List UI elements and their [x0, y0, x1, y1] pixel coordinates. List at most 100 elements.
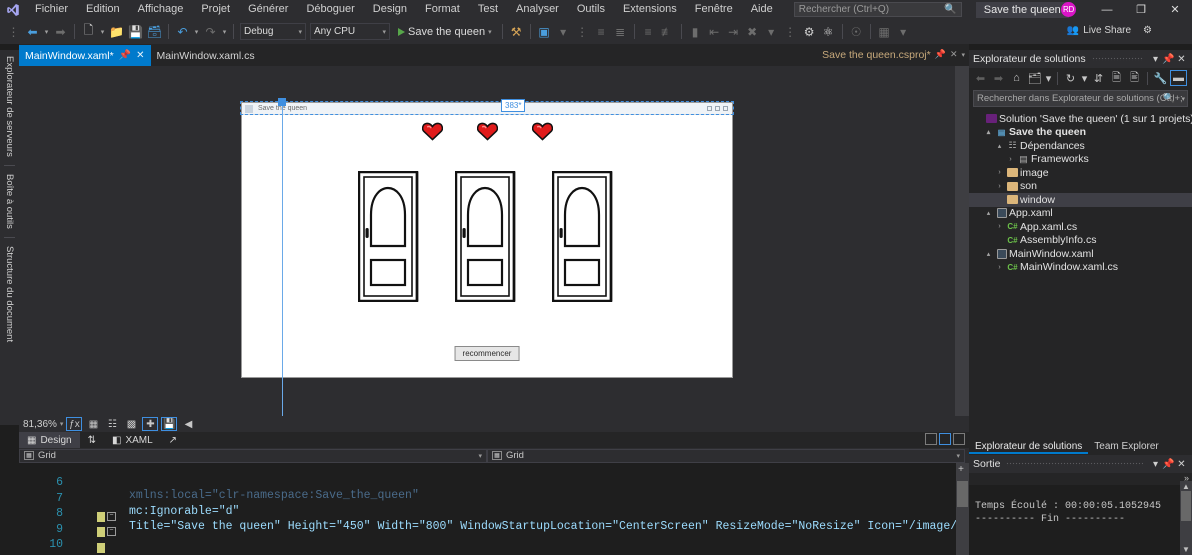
menu-item-affichage[interactable]: Affichage: [129, 0, 193, 19]
collapse-all-icon[interactable]: ⇵: [1090, 70, 1107, 86]
close-icon[interactable]: ✕: [1175, 459, 1188, 470]
menu-item-outils[interactable]: Outils: [568, 0, 614, 19]
tree-item-image-folder[interactable]: › image: [969, 166, 1192, 180]
output-pane-body[interactable]: Temps Écoulé : 00:00:05.1052945 --------…: [969, 485, 1192, 527]
previous-bookmark-icon[interactable]: ⇤: [705, 21, 724, 43]
undo-icon[interactable]: ↶: [173, 21, 192, 43]
snap-to-snaplines-icon[interactable]: ▩: [123, 417, 139, 431]
tree-item-app-xaml-cs[interactable]: › C# App.xaml.cs: [969, 220, 1192, 234]
restore-button[interactable]: ❐: [1124, 0, 1158, 19]
hot-reload-icon[interactable]: ⚒: [507, 21, 526, 43]
pending-changes-filter-icon[interactable]: 🗂: [1026, 70, 1043, 86]
home-icon[interactable]: ⌂: [1008, 70, 1025, 86]
menu-item-fenetre[interactable]: Fenêtre: [686, 0, 742, 19]
menu-item-aide[interactable]: Aide: [742, 0, 782, 19]
save-all-icon[interactable]: 🗃: [145, 21, 164, 43]
twisty-icon[interactable]: ▴: [983, 128, 994, 136]
output-vertical-scrollbar[interactable]: ▲ ▼: [1180, 481, 1192, 555]
new-project-dropdown-icon[interactable]: ▾: [98, 28, 107, 36]
menu-item-test[interactable]: Test: [469, 0, 507, 19]
redo-icon[interactable]: ↷: [201, 21, 220, 43]
tab-team-explorer[interactable]: Team Explorer: [1088, 439, 1164, 454]
save-artboard-icon[interactable]: 💾: [161, 417, 178, 431]
open-file-icon[interactable]: 📁: [107, 21, 126, 43]
navigate-back-icon[interactable]: ⬅: [23, 21, 42, 43]
show-grid-icon[interactable]: ▦: [85, 417, 101, 431]
chevron-down-icon[interactable]: ▾: [1181, 95, 1185, 103]
pop-out-button[interactable]: ↗: [161, 432, 185, 448]
refresh-icon[interactable]: ↻: [1062, 70, 1079, 86]
properties-icon[interactable]: 🔧: [1152, 70, 1169, 86]
show-all-files-icon[interactable]: 🗎: [1108, 70, 1125, 86]
quick-search-input[interactable]: Rechercher (Ctrl+Q) 🔍: [793, 2, 962, 17]
pin-icon[interactable]: 📌: [935, 49, 946, 60]
live-share-button[interactable]: 👥 Live Share ⚙: [1067, 25, 1152, 36]
snap-to-grid-icon[interactable]: ☷: [104, 417, 120, 431]
pane-menu-icon[interactable]: ▾: [1149, 459, 1162, 470]
effects-toggle-icon[interactable]: ƒx: [66, 417, 83, 431]
rail-tab-toolbox[interactable]: Boîte à outils: [4, 168, 15, 235]
new-project-icon[interactable]: 🗋: [79, 21, 98, 43]
menu-bar[interactable]: Fichier Edition Affichage Projet Générer…: [26, 0, 782, 19]
menu-item-design[interactable]: Design: [364, 0, 416, 19]
tree-item-window-folder[interactable]: window: [969, 193, 1192, 207]
navigate-forward-icon[interactable]: ➡: [51, 21, 70, 43]
tab-solution-explorer[interactable]: Explorateur de solutions: [969, 439, 1089, 454]
tree-item-assemblyinfo-cs[interactable]: C# AssemblyInfo.cs: [969, 234, 1192, 248]
twisty-icon[interactable]: ›: [994, 264, 1005, 271]
run-button[interactable]: Save the queen ▾: [392, 26, 498, 38]
live-share-settings-icon[interactable]: ⚙: [1143, 25, 1152, 36]
swap-panes-button[interactable]: ⇅: [80, 432, 104, 448]
manage-packages-icon[interactable]: ⚛: [819, 21, 838, 43]
next-bookmark-icon[interactable]: ⇥: [724, 21, 743, 43]
navigate-back-icon[interactable]: ⬅: [972, 70, 989, 86]
tab-list-dropdown-icon[interactable]: ▾: [961, 51, 965, 59]
preview-selected-items-icon[interactable]: 🖹: [1126, 70, 1143, 86]
chevron-down-icon[interactable]: ▾: [1080, 70, 1089, 86]
close-icon[interactable]: ✕: [1175, 54, 1188, 65]
close-icon[interactable]: ✕: [136, 50, 144, 61]
attach-process-icon[interactable]: ☉: [847, 21, 866, 43]
minimize-button[interactable]: —: [1090, 0, 1124, 19]
menu-item-edition[interactable]: Edition: [77, 0, 129, 19]
rail-tab-server-explorer[interactable]: Explorateur de serveurs: [4, 50, 15, 163]
scroll-thumb[interactable]: [1181, 491, 1191, 521]
twisty-icon[interactable]: ▴: [983, 209, 994, 217]
menu-item-analyser[interactable]: Analyser: [507, 0, 568, 19]
designer-vertical-scrollbar[interactable]: [955, 66, 969, 417]
scroll-up-icon[interactable]: +: [958, 465, 964, 476]
vertical-split-icon[interactable]: [925, 433, 937, 445]
tab-mainwindow-xaml-cs[interactable]: MainWindow.xaml.cs: [151, 45, 261, 66]
tab-mainwindow-xaml[interactable]: MainWindow.xaml* 📌 ✕: [19, 45, 151, 66]
collapse-pane-icon[interactable]: [953, 433, 965, 445]
align-indent-icon[interactable]: ≣: [611, 21, 630, 43]
tree-item-dependencies[interactable]: ▴ ☷ Dépendances: [969, 139, 1192, 153]
close-icon[interactable]: ✕: [950, 49, 958, 60]
zoom-dropdown[interactable]: 81,36% ▾: [23, 419, 63, 430]
horizontal-split-icon[interactable]: [939, 433, 951, 445]
diagnostics-icon[interactable]: ▦: [875, 21, 894, 43]
scroll-thumb[interactable]: [957, 481, 968, 507]
tab-design[interactable]: ▦ Design: [19, 432, 80, 448]
tab-csproj-label[interactable]: Save the queen.csproj*: [822, 49, 931, 61]
nav-member-dropdown-left[interactable]: ▦ Grid ▾: [19, 448, 487, 463]
view-options-icon[interactable]: ▬: [1170, 70, 1187, 86]
scroll-up-icon[interactable]: ▲: [1182, 482, 1190, 491]
door-image[interactable]: [552, 171, 616, 302]
door-image[interactable]: [358, 171, 422, 302]
clear-bookmarks-icon[interactable]: ✖: [743, 21, 762, 43]
pin-icon[interactable]: 📌: [1162, 54, 1175, 65]
collapse-outline-icon[interactable]: −: [107, 511, 116, 521]
align-left-icon[interactable]: ≡: [592, 21, 611, 43]
twisty-icon[interactable]: ›: [1005, 156, 1016, 163]
menu-item-generer[interactable]: Générer: [239, 0, 297, 19]
add-item-icon[interactable]: ⚙: [800, 21, 819, 43]
twisty-icon[interactable]: ›: [994, 169, 1005, 176]
menu-item-format[interactable]: Format: [416, 0, 469, 19]
tree-item-mainwindow-xaml-cs[interactable]: › C# MainWindow.xaml.cs: [969, 261, 1192, 275]
twisty-icon[interactable]: ▴: [983, 250, 994, 258]
rail-tab-document-outline[interactable]: Structure du document: [4, 240, 15, 348]
save-icon[interactable]: 💾: [126, 21, 145, 43]
designer-overflow-icon[interactable]: ◀: [180, 417, 196, 431]
menu-item-deboguer[interactable]: Déboguer: [297, 0, 363, 19]
